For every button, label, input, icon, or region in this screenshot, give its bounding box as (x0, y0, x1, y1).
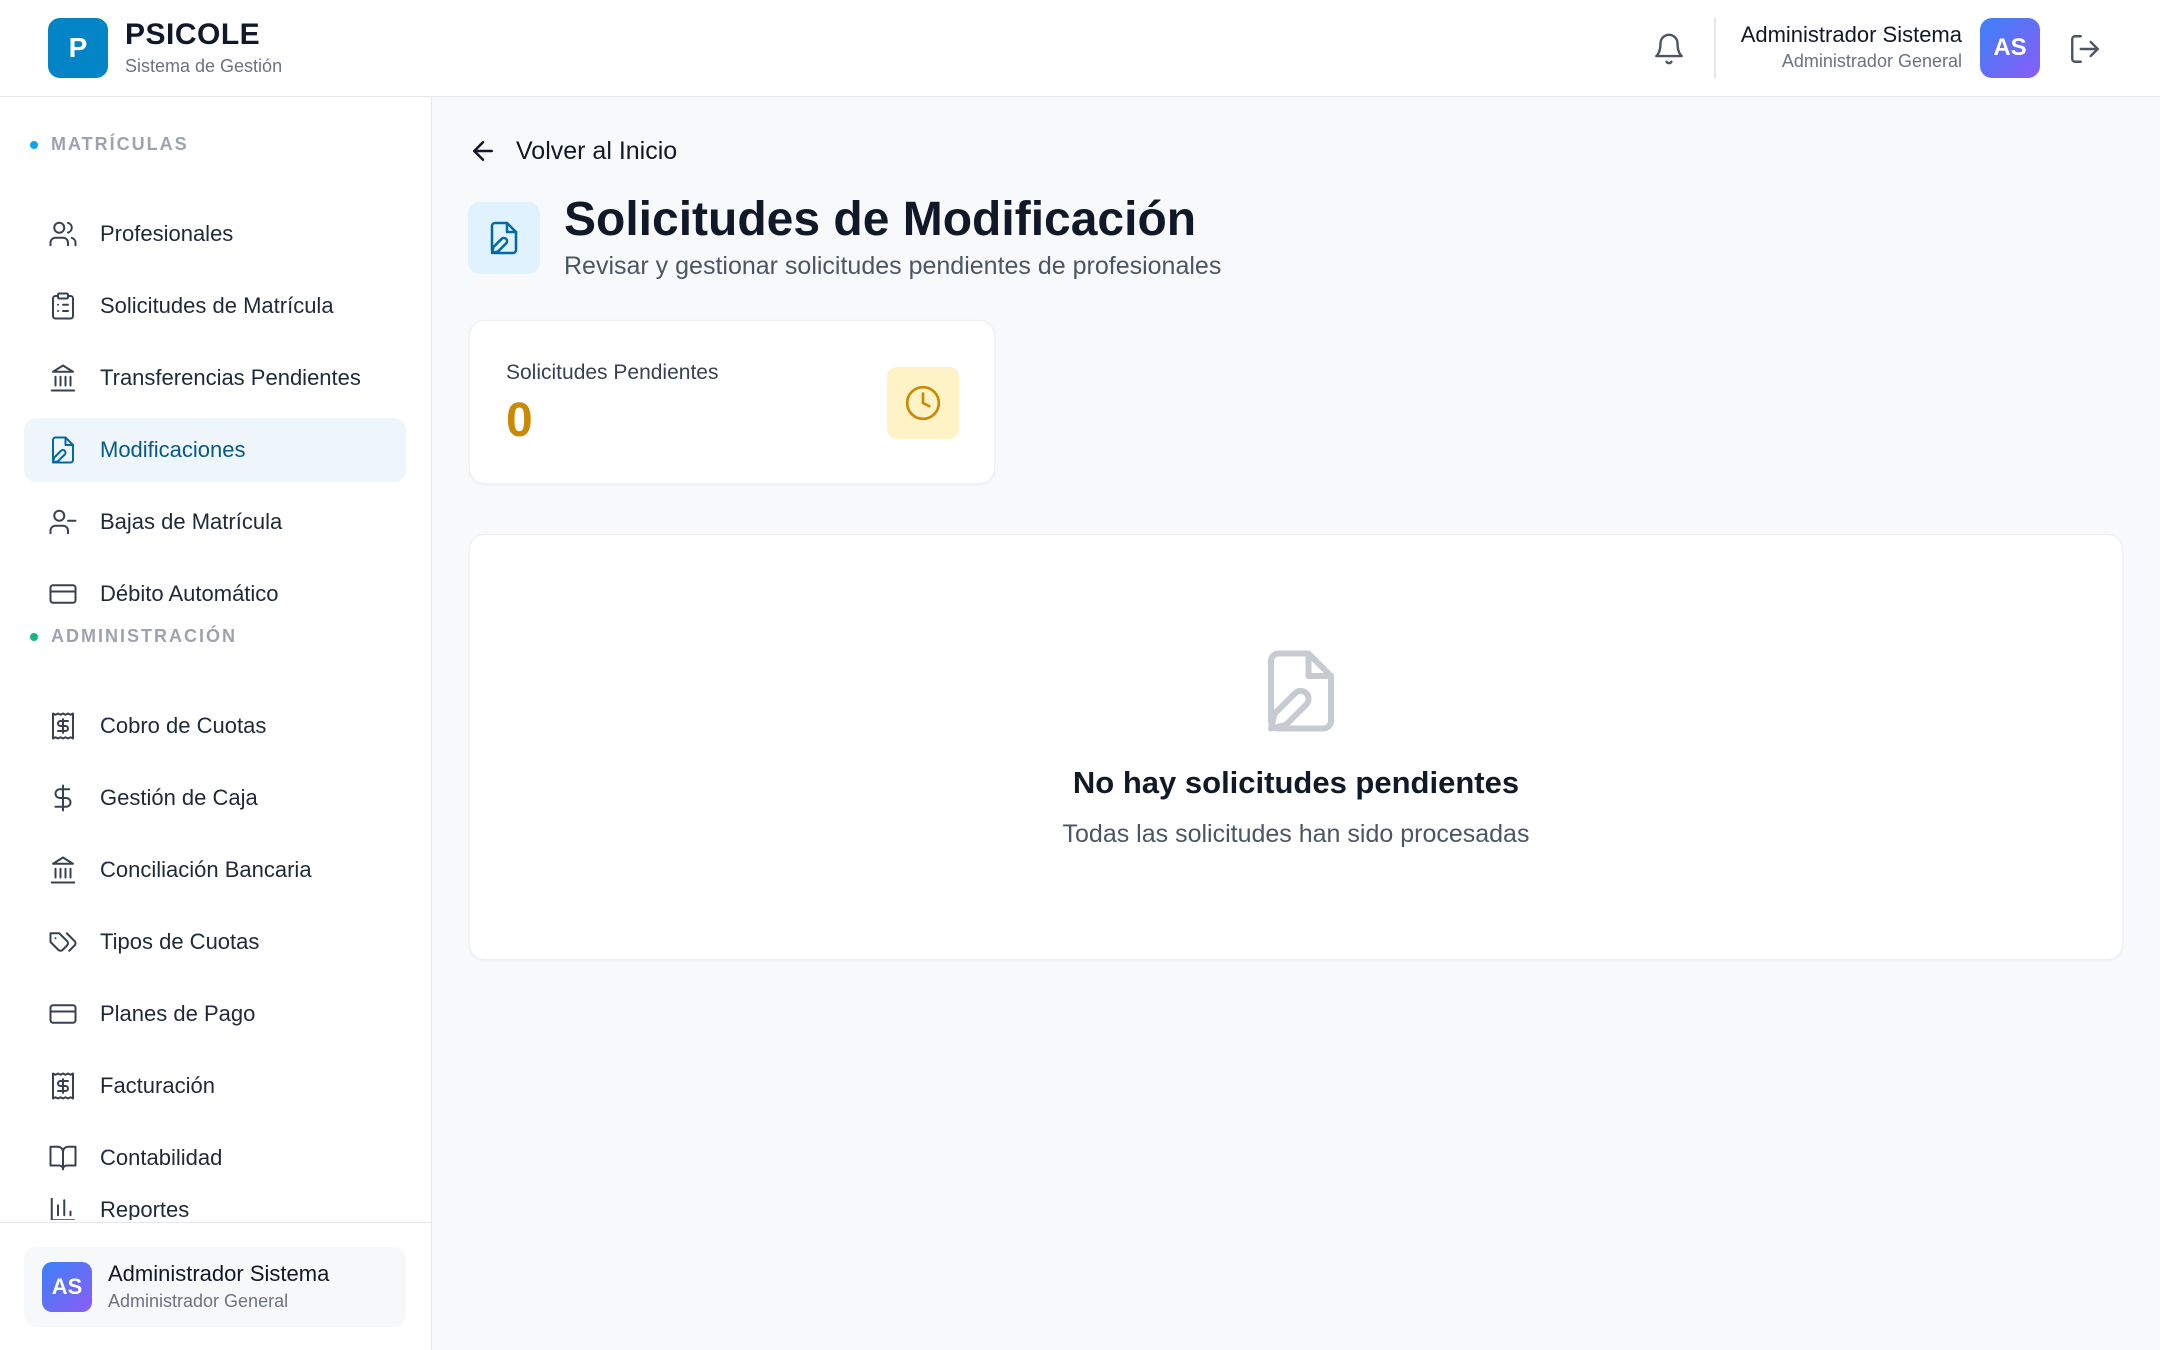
brand-subtitle: Sistema de Gestión (125, 56, 283, 76)
back-to-home-link[interactable]: Volver al Inicio (468, 136, 677, 166)
receipt-icon (52, 1072, 74, 1100)
header-divider (1714, 18, 1716, 78)
file-edit-icon (52, 436, 74, 464)
page-title: Solicitudes de Modificación (564, 193, 1197, 246)
user-minus-icon (49, 509, 77, 535)
sidebar-item-label: Solicitudes de Matrícula (100, 293, 334, 318)
bank-icon (50, 856, 76, 884)
section-dot (30, 140, 38, 149)
app-logo[interactable]: P (48, 18, 108, 78)
sidebar-item-modificaciones[interactable]: Modificaciones (24, 418, 406, 482)
avatar[interactable]: AS (1980, 18, 2040, 78)
bank-icon (50, 364, 76, 392)
sidebar-item-label: Gestión de Caja (100, 785, 258, 810)
sidebar-item-contabilidad[interactable]: Contabilidad (24, 1126, 406, 1190)
sidebar-item-label: Contabilidad (100, 1145, 223, 1170)
sidebar-item-label: Cobro de Cuotas (100, 713, 267, 738)
sidebar-item-label: Profesionales (100, 221, 234, 246)
book-icon (49, 1145, 77, 1171)
header-user-role: Administrador General (1781, 51, 1962, 71)
page-title-icon (468, 202, 540, 274)
users-icon (49, 221, 77, 247)
section-label-text: MATRÍCULAS (51, 134, 189, 154)
sidebar-item-debito[interactable]: Débito Automático (24, 562, 406, 626)
dollar-icon (54, 784, 72, 812)
empty-state-title: No hay solicitudes pendientes (1072, 765, 1520, 800)
bar-chart-icon (50, 1198, 76, 1220)
stat-value: 0 (506, 394, 533, 447)
sidebar-item-cobro-cuotas[interactable]: Cobro de Cuotas (24, 694, 406, 758)
section-label-text: ADMINISTRACIÓN (51, 626, 237, 646)
section-dot (30, 632, 38, 641)
empty-state-subtitle: Todas las solicitudes han sido procesada… (1062, 820, 1530, 848)
section-label-administracion: ADMINISTRACIÓN (30, 626, 237, 647)
sidebar-item-label: Débito Automático (100, 581, 279, 606)
sidebar-item-conciliacion[interactable]: Conciliación Bancaria (24, 838, 406, 902)
sidebar-item-gestion-caja[interactable]: Gestión de Caja (24, 766, 406, 830)
sidebar-item-tipos-cuotas[interactable]: Tipos de Cuotas (24, 910, 406, 974)
arrow-left-icon (473, 141, 493, 161)
section-label-matriculas: MATRÍCULAS (30, 134, 189, 155)
credit-card-icon (49, 1004, 77, 1024)
clipboard-icon (52, 292, 74, 320)
brand: PSICOLE Sistema de Gestión (125, 18, 282, 77)
sidebar-item-facturacion[interactable]: Facturación (24, 1054, 406, 1118)
sidebar-user-role: Administrador General (108, 1291, 289, 1311)
back-link-label: Volver al Inicio (516, 136, 678, 165)
sidebar-item-label: Modificaciones (100, 437, 246, 462)
stat-icon-box (887, 367, 959, 439)
stat-label: Solicitudes Pendientes (506, 361, 719, 384)
receipt-icon (52, 712, 74, 740)
bell-icon[interactable] (1652, 32, 1686, 66)
sidebar-item-solicitudes-matricula[interactable]: Solicitudes de Matrícula (24, 274, 406, 338)
header-user-info: Administrador Sistema Administrador Gene… (1741, 22, 1962, 72)
sidebar-item-planes-pago[interactable]: Planes de Pago (24, 982, 406, 1046)
sidebar-item-reportes[interactable]: Reportes (24, 1198, 406, 1220)
tags-icon (49, 932, 77, 952)
empty-state-card: No hay solicitudes pendientes Todas las … (469, 534, 2123, 960)
pending-requests-card: Solicitudes Pendientes 0 (469, 320, 995, 484)
clock-icon (905, 385, 941, 421)
credit-card-icon (49, 584, 77, 604)
sidebar-footer: AS Administrador Sistema Administrador G… (0, 1222, 432, 1350)
avatar: AS (42, 1262, 92, 1312)
sidebar-item-label: Facturación (100, 1073, 215, 1098)
file-edit-icon (490, 221, 518, 255)
sidebar-item-label: Bajas de Matrícula (100, 509, 283, 534)
sidebar: MATRÍCULAS Profesionales Solicitudes de … (0, 97, 432, 1350)
sidebar-item-label: Transferencias Pendientes (100, 365, 361, 390)
header-user-name: Administrador Sistema (1740, 22, 1962, 47)
sidebar-item-bajas[interactable]: Bajas de Matrícula (24, 490, 406, 554)
sidebar-item-label: Planes de Pago (100, 1001, 256, 1026)
logout-icon[interactable] (2068, 32, 2102, 66)
top-header: P PSICOLE Sistema de Gestión Administrad… (0, 0, 2160, 97)
sidebar-user-name: Administrador Sistema (108, 1261, 330, 1286)
sidebar-item-label: Tipos de Cuotas (100, 929, 260, 954)
sidebar-item-label: Reportes (100, 1198, 190, 1220)
sidebar-item-profesionales[interactable]: Profesionales (24, 202, 406, 266)
sidebar-item-label: Conciliación Bancaria (100, 857, 312, 882)
page-subtitle: Revisar y gestionar solicitudes pendient… (564, 252, 1222, 280)
brand-name: PSICOLE (125, 18, 261, 51)
sidebar-item-transferencias[interactable]: Transferencias Pendientes (24, 346, 406, 410)
sidebar-user-card[interactable]: AS Administrador Sistema Administrador G… (24, 1247, 406, 1327)
file-edit-icon (1256, 643, 1346, 739)
